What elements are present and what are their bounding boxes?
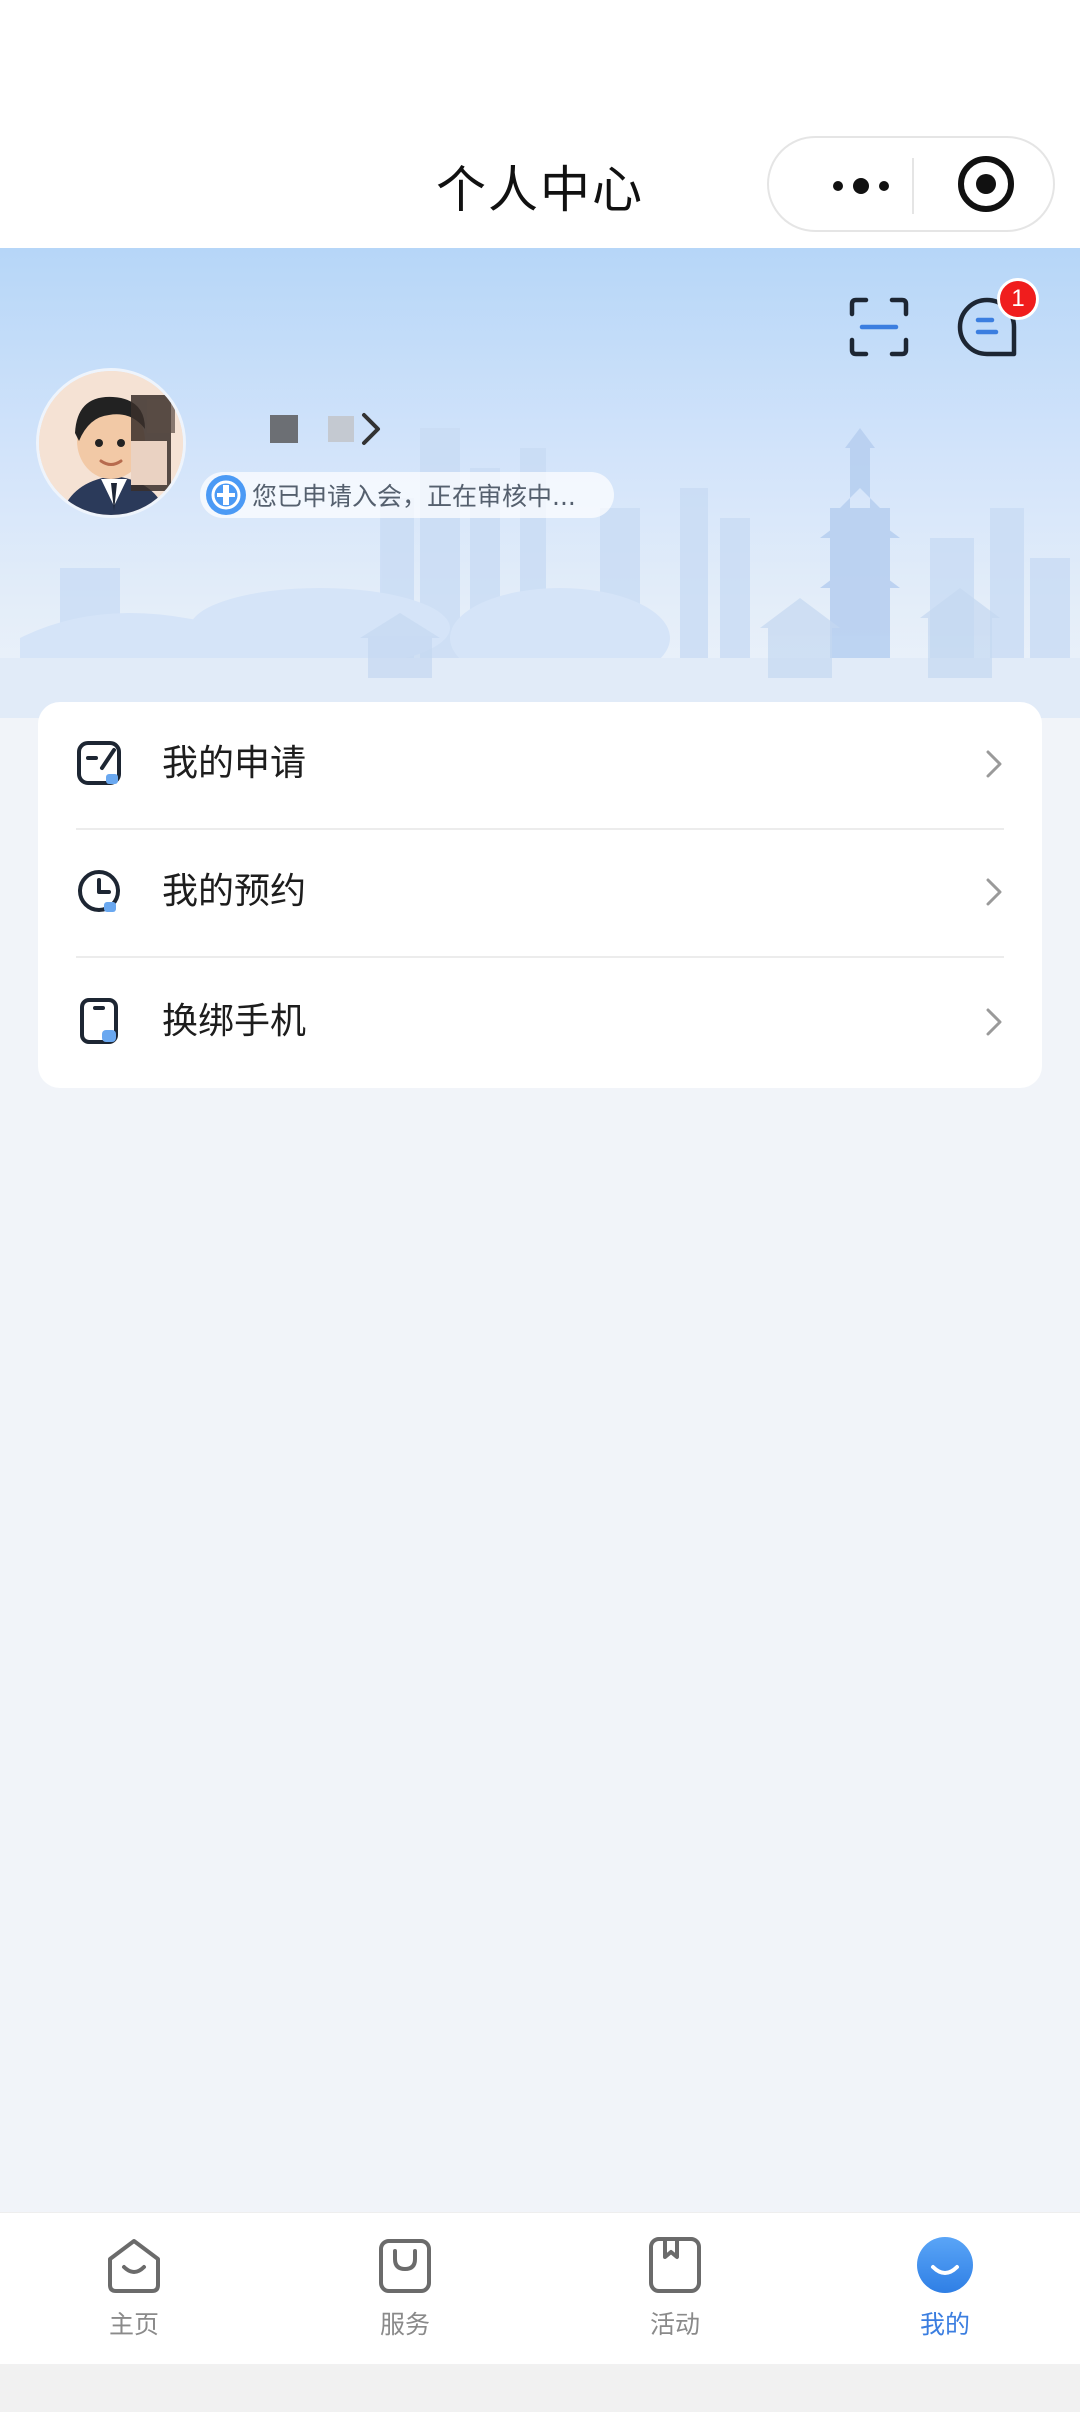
- nav-bar: 个人中心: [0, 120, 1080, 248]
- username-redacted: [328, 416, 354, 442]
- union-badge-icon: [206, 475, 246, 515]
- bag-icon: [379, 2239, 431, 2293]
- home-icon: [108, 2239, 160, 2293]
- profile-icon: [917, 2237, 973, 2293]
- membership-status-pill: 您已申请入会，正在审核中...: [200, 472, 614, 518]
- status-bar: [0, 0, 1080, 120]
- tab-label: 主页: [108, 2310, 159, 2339]
- menu-card: 我的申请 我的预约 换绑手机: [38, 702, 1042, 1088]
- tab-label: 我的: [919, 2310, 970, 2339]
- chevron-right-icon: [986, 1008, 1002, 1036]
- menu-item-my-appointments[interactable]: 我的预约: [38, 830, 1042, 954]
- membership-status-text: 您已申请入会，正在审核中...: [252, 482, 576, 511]
- capsule-divider: [912, 158, 914, 214]
- tab-bar: 主页 服务 活动 我的: [0, 2212, 1080, 2364]
- tab-services[interactable]: 服务: [335, 2235, 475, 2355]
- tab-activities[interactable]: 活动: [605, 2235, 745, 2355]
- edit-square-icon: [77, 741, 121, 785]
- tab-label: 活动: [649, 2310, 700, 2339]
- more-options-icon[interactable]: [811, 172, 911, 200]
- clock-icon: [78, 870, 120, 912]
- menu-item-my-applications[interactable]: 我的申请: [38, 702, 1042, 826]
- username-redacted: [270, 415, 298, 443]
- chevron-right-icon: [362, 413, 380, 445]
- scan-icon[interactable]: [848, 296, 910, 358]
- menu-item-label: 换绑手机: [162, 1001, 307, 1042]
- menu-item-label: 我的预约: [162, 871, 307, 912]
- system-gesture-area: [0, 2364, 1080, 2412]
- phone-icon: [80, 998, 118, 1044]
- menu-item-change-phone[interactable]: 换绑手机: [38, 960, 1042, 1084]
- mini-program-capsule: [767, 136, 1055, 232]
- chevron-right-icon: [986, 750, 1002, 778]
- username-row[interactable]: [240, 404, 384, 454]
- bookmark-icon: [649, 2237, 701, 2293]
- tab-profile[interactable]: 我的: [875, 2235, 1015, 2355]
- avatar[interactable]: [36, 368, 186, 518]
- chevron-right-icon: [986, 878, 1002, 906]
- tab-home[interactable]: 主页: [64, 2235, 204, 2355]
- tab-label: 服务: [379, 2310, 430, 2339]
- menu-item-label: 我的申请: [162, 743, 307, 784]
- message-badge: 1: [997, 278, 1039, 320]
- avatar-illustration: [39, 371, 183, 515]
- menu-divider: [76, 956, 1004, 958]
- close-target-icon[interactable]: [958, 156, 1014, 212]
